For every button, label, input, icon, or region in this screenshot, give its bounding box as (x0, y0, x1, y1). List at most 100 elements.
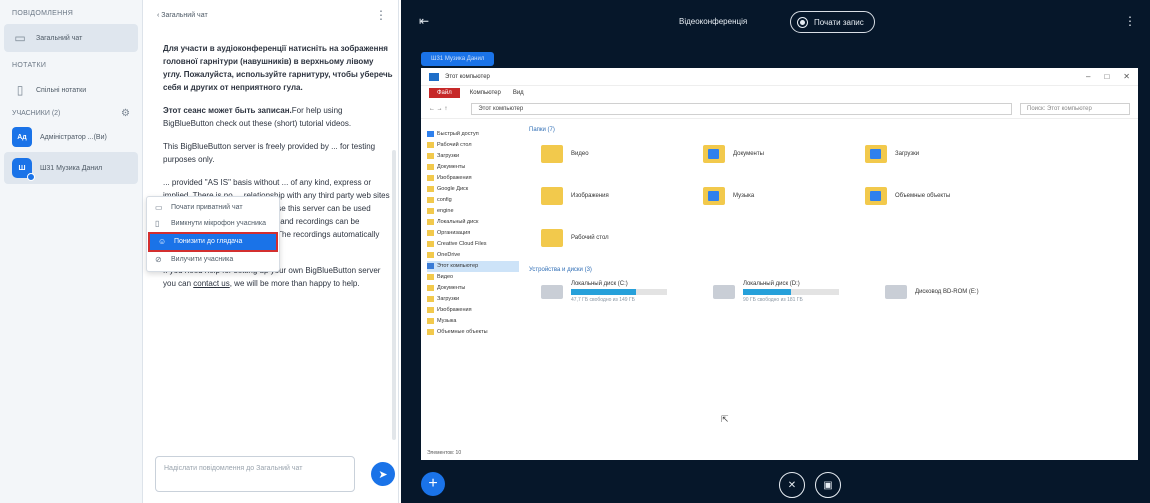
nav-item: Организация (427, 228, 519, 239)
menu-item-remove[interactable]: ⊘ Вилучити учасника (147, 252, 279, 268)
shared-notes-label: Спільні нотатки (36, 86, 87, 94)
toggle-userlist-icon[interactable]: ⇤ (419, 14, 429, 28)
folder-icon (427, 196, 434, 203)
explorer-content: Папки (7) Видео Документы Загрузки Изображе… (529, 127, 1129, 303)
chat-input[interactable]: Надіслати повідомлення до Загальний чат (155, 456, 355, 492)
ribbon-tab: Вид (512, 89, 524, 96)
folder-icon (703, 145, 725, 163)
main-area: ⇤ Відеоконференція Почати запис ⋮ Ш31 Му… (401, 0, 1150, 503)
folder-icon (703, 187, 725, 205)
folder-icon (427, 218, 434, 225)
nav-item: Рабочий стол (427, 140, 519, 151)
user-list-panel: ПОВІДОМЛЕННЯ ▭ Загальний чат НОТАТКИ ▯ С… (0, 0, 143, 503)
nav-item: Видео (427, 272, 519, 283)
send-icon[interactable]: ➤ (371, 462, 395, 486)
chat-intro: Для участи в аудіоконференції натисніть … (163, 44, 393, 92)
devices-group: Устройства и диски (3) (529, 267, 592, 273)
nav-item: Этот компьютер (427, 261, 519, 272)
menu-item-private-chat[interactable]: ▭ Почати приватний чат (147, 200, 279, 216)
nav-arrows-icon: ← → ↑ (429, 105, 448, 112)
avatar: Ш (12, 158, 35, 181)
drive-item: Локальный диск (C:) 47,7 ГБ свободно из 1… (541, 281, 713, 303)
screen-share-icon[interactable]: ▣ (815, 472, 841, 498)
contact-link[interactable]: contact us (193, 279, 229, 288)
explorer-body: Быстрый доступ Рабочий стол Загрузки Докуме… (421, 121, 1138, 447)
explorer-status: Элементов: 10 (427, 450, 462, 456)
minimize-icon: – (1086, 72, 1091, 81)
shared-notes-item[interactable]: ▯ Спільні нотатки (4, 76, 138, 104)
mic-muted-icon[interactable]: ✕ (779, 472, 805, 498)
server-notice: This BigBlueButton server is freely prov… (163, 142, 376, 164)
nav-item: config (427, 195, 519, 206)
shared-screen: Этот компьютер – □ ✕ Файл Компьютер Вид … (421, 68, 1138, 460)
drive-icon (541, 285, 563, 299)
folder-icon (427, 328, 434, 335)
nav-item: Изображения (427, 305, 519, 316)
explorer-title: Этот компьютер (445, 73, 490, 80)
nav-item: Загрузки (427, 151, 519, 162)
folder-item: Изображения (541, 181, 703, 211)
nav-item: Локальный диск (427, 217, 519, 228)
explorer-addressbar: ← → ↑ Этот компьютер Поиск: Этот компьют… (421, 99, 1138, 119)
folder-icon (427, 317, 434, 324)
address-box: Этот компьютер (471, 102, 1012, 115)
folder-icon (427, 130, 434, 137)
folder-icon (427, 229, 434, 236)
nav-item: Загрузки (427, 294, 519, 305)
nav-item: Быстрый доступ (427, 129, 519, 140)
users-heading-row: УЧАСНИКИ (2) ⚙ (0, 104, 142, 122)
nav-item: Музыка (427, 316, 519, 327)
menu-item-mute[interactable]: ▯ Вимкнути мікрофон учасника (147, 216, 279, 232)
folder-icon (427, 262, 434, 269)
drive-icon (885, 285, 907, 299)
chat-icon: ▭ (155, 203, 163, 212)
mic-off-icon: ▯ (155, 219, 160, 228)
mic-status-icon (27, 173, 35, 181)
nav-item: Документы (427, 162, 519, 173)
folder-item: Загрузки (865, 139, 1027, 169)
folder-item: Видео (541, 139, 703, 169)
ribbon-tab: Компьютер (469, 89, 501, 96)
nav-item: Creative Cloud Files (427, 239, 519, 250)
public-chat-label: Загальний чат (36, 34, 83, 42)
menu-item-demote[interactable]: ☺ Понизити до глядача (148, 232, 278, 252)
explorer-icon (429, 72, 439, 81)
folder-icon (541, 187, 563, 205)
folder-icon (427, 273, 434, 280)
folder-icon (865, 187, 887, 205)
user-item-admin[interactable]: Ад Адміністратор ...(Ви) (4, 122, 138, 152)
folder-icon (541, 145, 563, 163)
public-chat-item[interactable]: ▭ Загальний чат (4, 24, 138, 52)
drives-list: Локальный диск (C:) 47,7 ГБ свободно из 1… (541, 281, 1129, 303)
chat-title[interactable]: ‹ Загальний чат (157, 12, 208, 19)
folders-group: Папки (7) (529, 127, 555, 133)
actions-plus-icon[interactable]: + (421, 472, 445, 496)
folder-icon (427, 306, 434, 313)
chat-options-icon[interactable]: ⋮ (375, 8, 387, 22)
drive-item: Дисковод BD-ROM (E:) (885, 281, 1057, 303)
user-item-student[interactable]: Ш Ш31 Музика Данил (4, 152, 138, 184)
folder-icon (427, 295, 434, 302)
options-icon[interactable]: ⋮ (1124, 14, 1136, 28)
nav-item: Google Диск (427, 184, 519, 195)
folder-item: Документы (703, 139, 865, 169)
folder-icon (541, 229, 563, 247)
folder-icon (865, 145, 887, 163)
record-icon (797, 16, 808, 28)
nav-item: engine (427, 206, 519, 217)
folder-icon (427, 152, 434, 159)
user-name: Адміністратор ...(Ви) (40, 133, 107, 141)
folder-icon (427, 284, 434, 291)
avatar: Ад (12, 127, 32, 147)
chat-scrollbar[interactable] (392, 150, 396, 440)
messages-heading: ПОВІДОМЛЕННЯ (12, 10, 74, 17)
folder-icon (427, 141, 434, 148)
start-recording-button[interactable]: Почати запис (790, 11, 875, 33)
ribbon-file: Файл (429, 87, 460, 98)
meeting-title: Відеоконференція (679, 17, 748, 26)
nav-item: OneDrive (427, 250, 519, 261)
folder-icon (427, 174, 434, 181)
remove-icon: ⊘ (155, 255, 162, 264)
top-bar: ⇤ Відеоконференція Почати запис ⋮ (401, 0, 1150, 44)
gear-icon[interactable]: ⚙ (121, 108, 130, 119)
